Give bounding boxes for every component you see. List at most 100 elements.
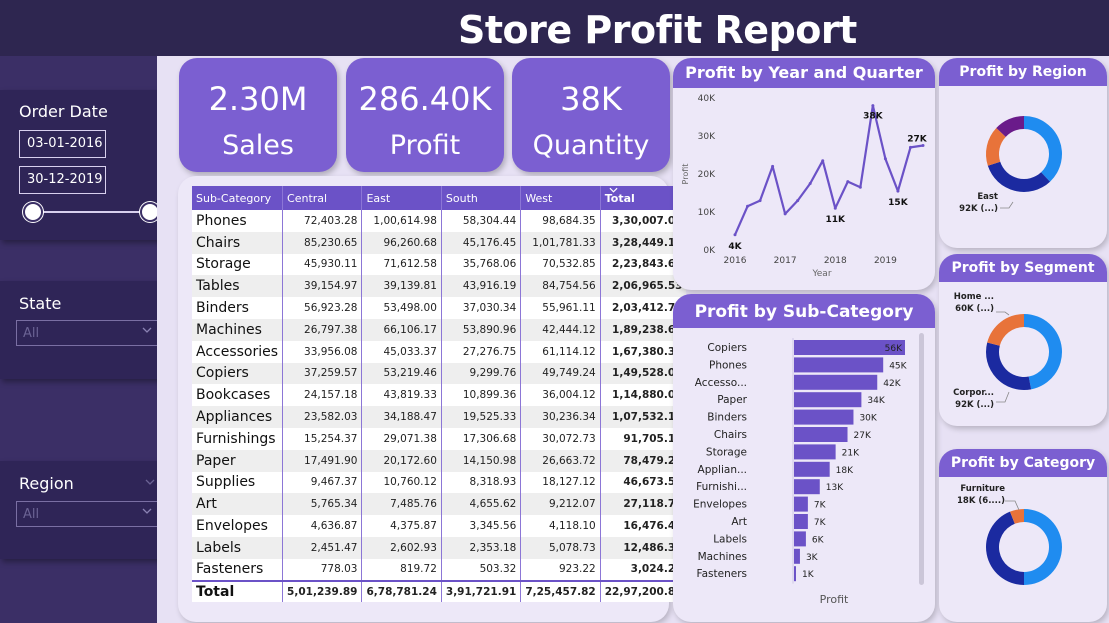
- chart-title: Profit by Segment: [939, 254, 1107, 282]
- region-donut-chart[interactable]: East 92K (...): [939, 86, 1107, 248]
- value-cell: 2,353.18: [440, 536, 521, 559]
- table-row[interactable]: Storage 45,930.11 71,612.58 35,768.06 70,532…: [192, 253, 687, 276]
- table-row[interactable]: Machines 26,797.38 66,106.17 53,890.96 42,44…: [192, 318, 687, 341]
- bar[interactable]: [794, 374, 878, 390]
- bar[interactable]: [794, 444, 836, 460]
- profit-by-category-card[interactable]: Profit by Category Furniture 18K (6....): [939, 449, 1107, 622]
- data-point[interactable]: [758, 199, 762, 203]
- bar[interactable]: [794, 531, 806, 547]
- data-point[interactable]: [883, 157, 887, 161]
- table-row[interactable]: Phones 72,403.28 1,00,614.98 58,304.44 98,68…: [192, 210, 687, 232]
- kpi-card-sales[interactable]: 2.30M Sales: [179, 58, 337, 172]
- state-dropdown[interactable]: All: [16, 320, 159, 346]
- start-date-input[interactable]: 03-01-2016: [19, 130, 106, 158]
- bar[interactable]: [794, 548, 800, 564]
- data-point[interactable]: [908, 145, 912, 149]
- region-dropdown[interactable]: All: [16, 501, 159, 527]
- data-point[interactable]: [746, 204, 750, 208]
- donut-slice[interactable]: [986, 511, 1024, 585]
- column-header[interactable]: West: [520, 186, 601, 210]
- bar[interactable]: [794, 392, 862, 408]
- value-cell: 61,114.12: [520, 340, 601, 363]
- scrollbar[interactable]: [919, 333, 924, 585]
- data-point[interactable]: [896, 189, 900, 193]
- value-cell: 7,485.76: [361, 493, 442, 516]
- profit-by-segment-card[interactable]: Profit by Segment Corpor... 92K (...) Home…: [939, 254, 1107, 426]
- category-label: Binders: [707, 412, 747, 424]
- profit-line-chart[interactable]: 0K 10K 20K 30K 40K 2016 2017 2018 2019 Year Profit…: [673, 88, 935, 290]
- data-point[interactable]: [858, 185, 862, 189]
- table-row[interactable]: Copiers 37,259.57 53,219.46 9,299.76 49,749.…: [192, 362, 687, 385]
- data-point[interactable]: [833, 206, 837, 210]
- table-row[interactable]: Furnishings 15,254.37 29,071.38 17,306.68 30…: [192, 427, 687, 450]
- y-tick-label: 10K: [698, 208, 716, 218]
- data-point[interactable]: [733, 233, 737, 237]
- kpi-card-quantity[interactable]: 38K Quantity: [512, 58, 670, 172]
- bar[interactable]: [794, 566, 796, 582]
- data-point[interactable]: [771, 164, 775, 168]
- donut-slice[interactable]: [1024, 314, 1062, 390]
- chart-title: Profit by Year and Quarter: [673, 58, 935, 88]
- bar[interactable]: [794, 479, 820, 495]
- data-point[interactable]: [821, 159, 825, 163]
- date-start-slider-handle[interactable]: [23, 202, 43, 222]
- data-point[interactable]: [783, 212, 787, 216]
- table-row[interactable]: Fasteners 778.03 819.72 503.32 923.22 3,024.2…: [192, 558, 687, 581]
- donut-slice[interactable]: [1024, 509, 1062, 585]
- chevron-down-icon[interactable]: [144, 477, 156, 487]
- donut-slice[interactable]: [987, 314, 1024, 346]
- profit-by-region-card[interactable]: Profit by Region East 92K (...): [939, 58, 1107, 248]
- category-label: Applian...: [698, 464, 747, 476]
- kpi-card-profit[interactable]: 286.40K Profit: [346, 58, 504, 172]
- profit-bar-chart[interactable]: Copiers 56K Phones 45K Accesso... 42K Paper 34K…: [673, 328, 935, 622]
- data-label: 18K: [836, 466, 854, 476]
- column-header[interactable]: Central: [282, 186, 362, 210]
- table-row[interactable]: Art 5,765.34 7,485.76 4,655.62 9,212.07 27,11…: [192, 493, 687, 516]
- bar[interactable]: [794, 427, 848, 442]
- table-row[interactable]: Tables 39,154.97 39,139.81 43,916.19 84,754.…: [192, 275, 687, 298]
- data-point[interactable]: [871, 104, 875, 108]
- table-row[interactable]: Bookcases 24,157.18 43,819.33 10,899.36 36,0…: [192, 384, 687, 407]
- value-cell: 45,033.37: [361, 340, 442, 363]
- data-label: 56K: [885, 344, 903, 354]
- category-donut-chart[interactable]: Furniture 18K (6....): [939, 477, 1107, 622]
- data-point[interactable]: [808, 182, 812, 185]
- value-cell: 4,375.87: [361, 515, 442, 537]
- bar[interactable]: [794, 496, 808, 512]
- table-row[interactable]: Accessories 33,956.08 45,033.37 27,276.75 61…: [192, 340, 687, 363]
- segment-donut-chart[interactable]: Corpor... 92K (...) Home ... 60K (...): [939, 282, 1107, 426]
- y-tick-label: 20K: [698, 170, 716, 180]
- subcategory-region-matrix[interactable]: Sub-Category Central East South West Tot…: [192, 186, 687, 603]
- bar[interactable]: [794, 461, 830, 477]
- column-header[interactable]: East: [361, 186, 442, 210]
- table-row[interactable]: Paper 17,491.90 20,172.60 14,150.98 26,663.7…: [192, 449, 687, 472]
- data-point[interactable]: [796, 199, 800, 203]
- end-date-input[interactable]: 30-12-2019: [19, 166, 106, 194]
- value-cell: 2,602.93: [361, 536, 442, 559]
- donut-slice[interactable]: [987, 161, 1051, 192]
- donut-slice[interactable]: [986, 342, 1032, 390]
- table-row[interactable]: Chairs 85,230.65 96,260.68 45,176.45 1,01,78…: [192, 231, 687, 254]
- y-tick-label: 30K: [698, 132, 716, 142]
- table-row[interactable]: Supplies 9,467.37 10,760.12 8,318.93 18,127.…: [192, 471, 687, 494]
- table-row[interactable]: Labels 2,451.47 2,602.93 2,353.18 5,078.73 12…: [192, 536, 687, 559]
- bar[interactable]: [794, 514, 808, 529]
- value-cell: 27,276.75: [440, 340, 521, 363]
- value-cell: 37,259.57: [282, 362, 362, 385]
- data-point[interactable]: [846, 180, 850, 184]
- bar[interactable]: [794, 357, 884, 373]
- value-cell: 29,071.38: [361, 427, 442, 450]
- date-range-slider-track[interactable]: [32, 211, 150, 213]
- column-header[interactable]: Sub-Category: [192, 186, 283, 210]
- table-row[interactable]: Binders 56,923.28 53,498.00 37,030.34 55,961…: [192, 297, 687, 319]
- value-cell: 98,684.35: [520, 210, 601, 232]
- table-row[interactable]: Appliances 23,582.03 34,188.47 19,525.33 30,…: [192, 406, 687, 428]
- donut-slice[interactable]: [1024, 116, 1062, 182]
- data-label: 34K: [867, 396, 885, 406]
- profit-by-subcategory-card[interactable]: Profit by Sub-Category Copiers 56K Phones 4…: [673, 294, 935, 622]
- table-row[interactable]: Envelopes 4,636.87 4,375.87 3,345.56 4,118.1…: [192, 515, 687, 537]
- profit-by-year-quarter-card[interactable]: Profit by Year and Quarter 0K 10K 20K 30K 40…: [673, 58, 935, 290]
- bar[interactable]: [794, 409, 854, 425]
- column-header[interactable]: South: [440, 186, 521, 210]
- grand-total-cell: 5,01,239.89: [282, 579, 362, 603]
